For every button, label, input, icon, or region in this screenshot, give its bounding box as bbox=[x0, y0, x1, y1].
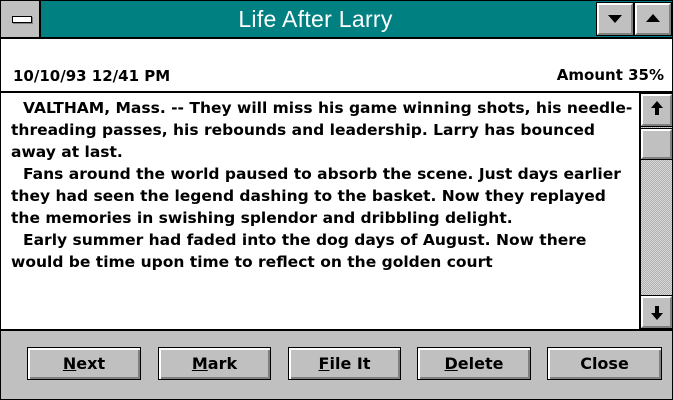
title-bar[interactable]: Life After Larry bbox=[1, 1, 672, 39]
delete-hotkey: D bbox=[444, 354, 458, 373]
file-it-label-rest: ile It bbox=[329, 354, 371, 373]
next-hotkey: N bbox=[62, 354, 77, 373]
amount-read: Amount 35% bbox=[556, 66, 664, 84]
file-it-hotkey: F bbox=[318, 354, 330, 373]
minimize-button[interactable] bbox=[596, 2, 634, 36]
system-menu-icon bbox=[12, 16, 32, 23]
minimize-icon bbox=[608, 15, 622, 23]
mark-hotkey: M bbox=[191, 354, 208, 373]
close-label: Close bbox=[580, 354, 629, 373]
next-label-rest: ext bbox=[76, 354, 106, 373]
vertical-scrollbar[interactable] bbox=[639, 93, 673, 329]
article-paragraph: Early summer had faded into the dog days… bbox=[11, 231, 587, 271]
article-text[interactable]: VALTHAM, Mass. -- They will miss his gam… bbox=[1, 93, 639, 329]
mark-button[interactable]: Mark bbox=[158, 347, 271, 380]
article-paragraph: VALTHAM, Mass. -- They will miss his gam… bbox=[11, 99, 633, 161]
maximize-button[interactable] bbox=[634, 2, 672, 36]
next-button[interactable]: Next bbox=[27, 347, 141, 380]
scroll-thumb[interactable] bbox=[640, 128, 673, 160]
mark-label-rest: ark bbox=[207, 354, 238, 373]
scroll-up-arrow-icon bbox=[651, 101, 663, 115]
story-window: Life After Larry 10/10/93 12/41 PM Amoun… bbox=[0, 0, 673, 400]
article-paragraph: Fans around the world paused to absorb t… bbox=[11, 165, 621, 227]
scroll-down-arrow-icon bbox=[651, 306, 663, 320]
delete-label-rest: elete bbox=[457, 354, 504, 373]
file-it-button[interactable]: File It bbox=[288, 347, 401, 380]
button-bar: Next Mark File It Delete Close bbox=[1, 329, 672, 399]
close-button[interactable]: Close bbox=[547, 347, 662, 380]
scroll-up-button[interactable] bbox=[640, 93, 673, 127]
delete-button[interactable]: Delete bbox=[417, 347, 531, 380]
story-datetime: 10/10/93 12/41 PM bbox=[13, 67, 171, 85]
maximize-icon bbox=[646, 14, 660, 22]
window-title: Life After Larry bbox=[238, 6, 393, 32]
scroll-down-button[interactable] bbox=[640, 295, 673, 329]
info-row: 10/10/93 12/41 PM Amount 35% bbox=[1, 39, 672, 93]
system-menu-button[interactable] bbox=[1, 1, 41, 37]
